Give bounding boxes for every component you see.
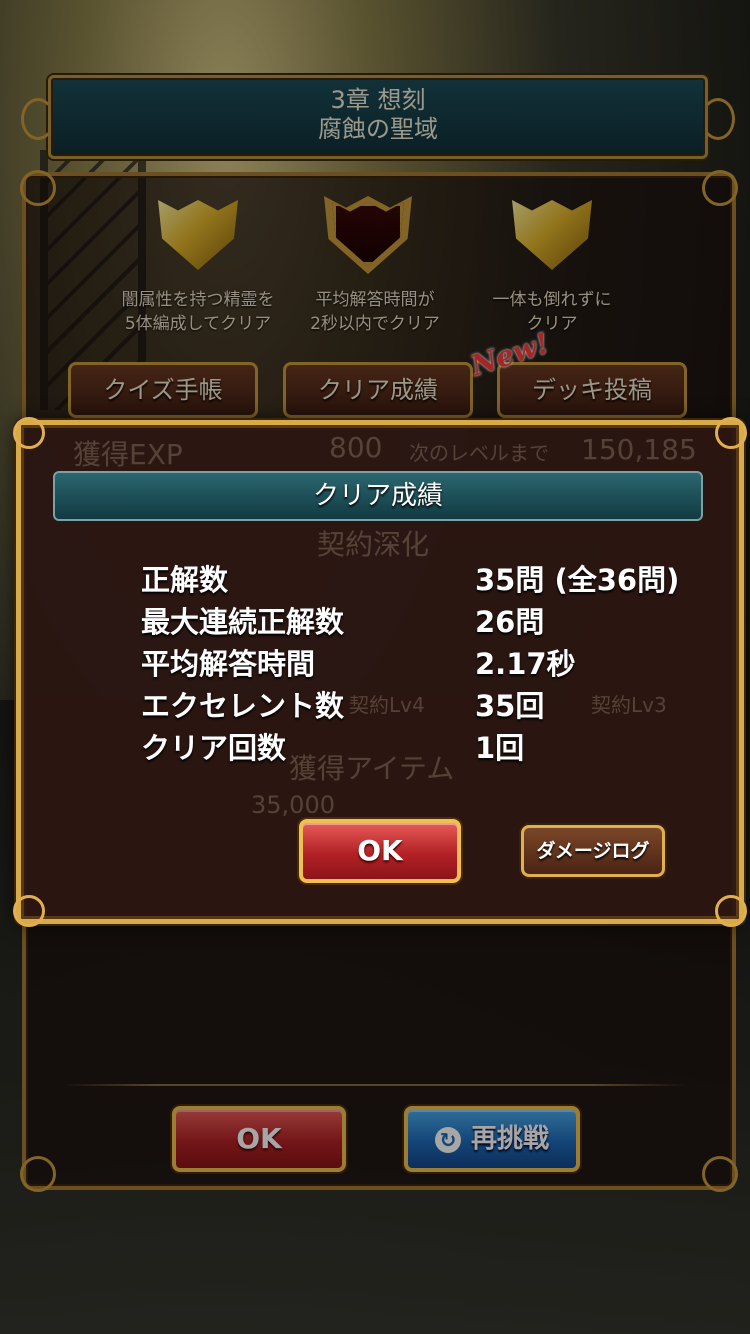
stat-value-max-streak: 26問 [475,605,545,639]
damage-log-button[interactable]: ダメージログ [521,825,665,877]
exp-value: 800 [329,431,383,464]
dialog-corner-ornament-icon [715,417,747,449]
dialog-corner-ornament-icon [13,417,45,449]
stat-value-correct: 35問 (全36問) [475,563,680,597]
stat-label-excellent: エクセレント数 [141,689,345,723]
dialog-ok-button[interactable]: OK [299,819,461,883]
contract-lv4-label: 契約Lv4 [349,693,425,717]
contract-title: 契約深化 [317,528,430,561]
dialog-title: クリア成績 [53,471,703,521]
dialog-corner-ornament-icon [715,895,747,927]
items-title: 獲得アイテム [289,752,455,785]
stat-value-avg-time: 2.17秒 [475,647,576,681]
exp-label: 獲得EXP [73,438,183,471]
stat-value-clear-count: 1回 [475,731,525,765]
clear-results-dialog: 獲得EXP 800 次のレベルまで 150,185 契約深化 契約Lv4 契約L… [13,417,747,927]
gold-value: 35,000 [251,791,335,819]
next-level-label: 次のレベルまで [409,441,549,465]
dialog-corner-ornament-icon [13,895,45,927]
stat-label-correct: 正解数 [141,563,229,597]
contract-lv3-label: 契約Lv3 [591,693,667,717]
next-level-value: 150,185 [581,433,697,466]
stat-label-avg-time: 平均解答時間 [141,647,316,681]
stat-value-excellent: 35回 [475,689,545,723]
stat-label-max-streak: 最大連続正解数 [141,605,345,639]
stat-label-clear-count: クリア回数 [141,731,287,765]
